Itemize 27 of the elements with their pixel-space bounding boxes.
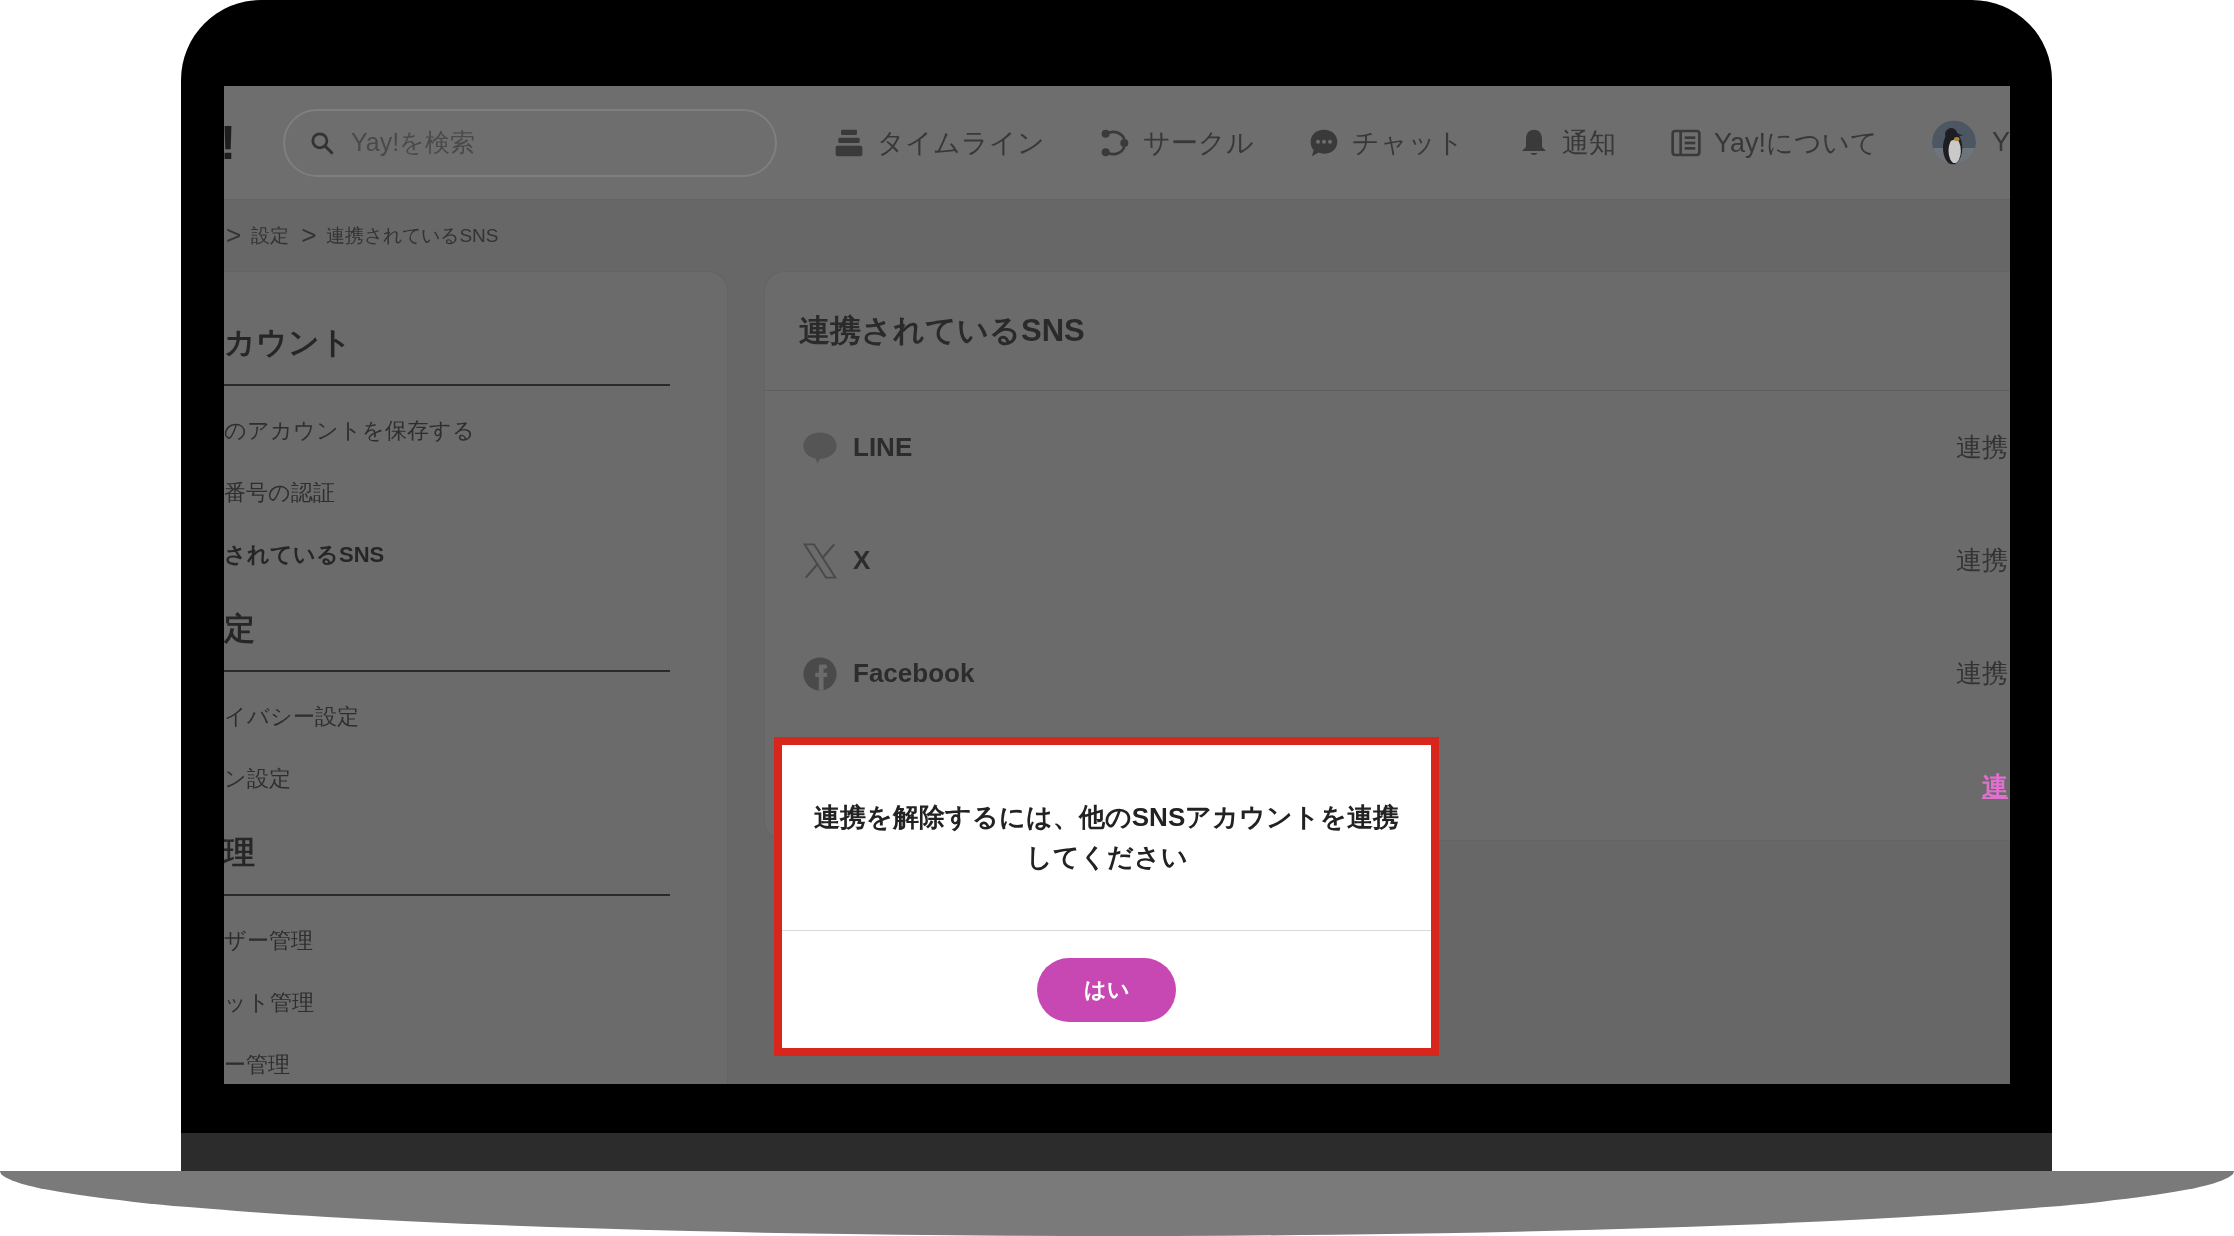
facebook-icon [801,654,839,693]
sidebar-item[interactable]: のアカウントを保存する [224,400,670,462]
sidebar-item[interactable]: イバシー設定 [224,686,670,748]
service-name: Facebook [853,658,975,689]
service-name: LINE [853,432,913,463]
connect-link[interactable]: 連携 [1956,656,2008,691]
breadcrumb-separator: > [301,220,317,251]
connect-link[interactable]: 連 [1982,769,2008,804]
x-logo-icon [801,541,839,580]
search-icon [309,129,335,156]
sidebar-item[interactable]: ット管理 [224,972,670,1034]
sidebar-item[interactable]: 番号の認証 [224,462,670,524]
sidebar-item[interactable]: ン設定 [224,748,670,810]
section-heading: 定 [224,608,670,672]
logo[interactable]: ! [224,115,236,170]
yes-button[interactable]: はい [1037,957,1176,1022]
section-heading: カウント [224,322,670,386]
connect-link[interactable]: 連携 [1956,430,2008,465]
page-title: 連携されているSNS [799,312,1085,350]
sidebar-item[interactable]: ー管理 [224,1034,670,1084]
connect-link[interactable]: 連携 [1956,543,2008,578]
sidebar-item[interactable]: されているSNS [224,524,670,586]
breadcrumb-separator: > [226,220,242,251]
dialog-message: 連携を解除するには、他のSNSアカウントを連携してください [782,745,1431,931]
sidebar-item[interactable]: ザー管理 [224,910,670,972]
service-name: X [853,545,871,576]
section-heading: 理 [224,832,670,896]
